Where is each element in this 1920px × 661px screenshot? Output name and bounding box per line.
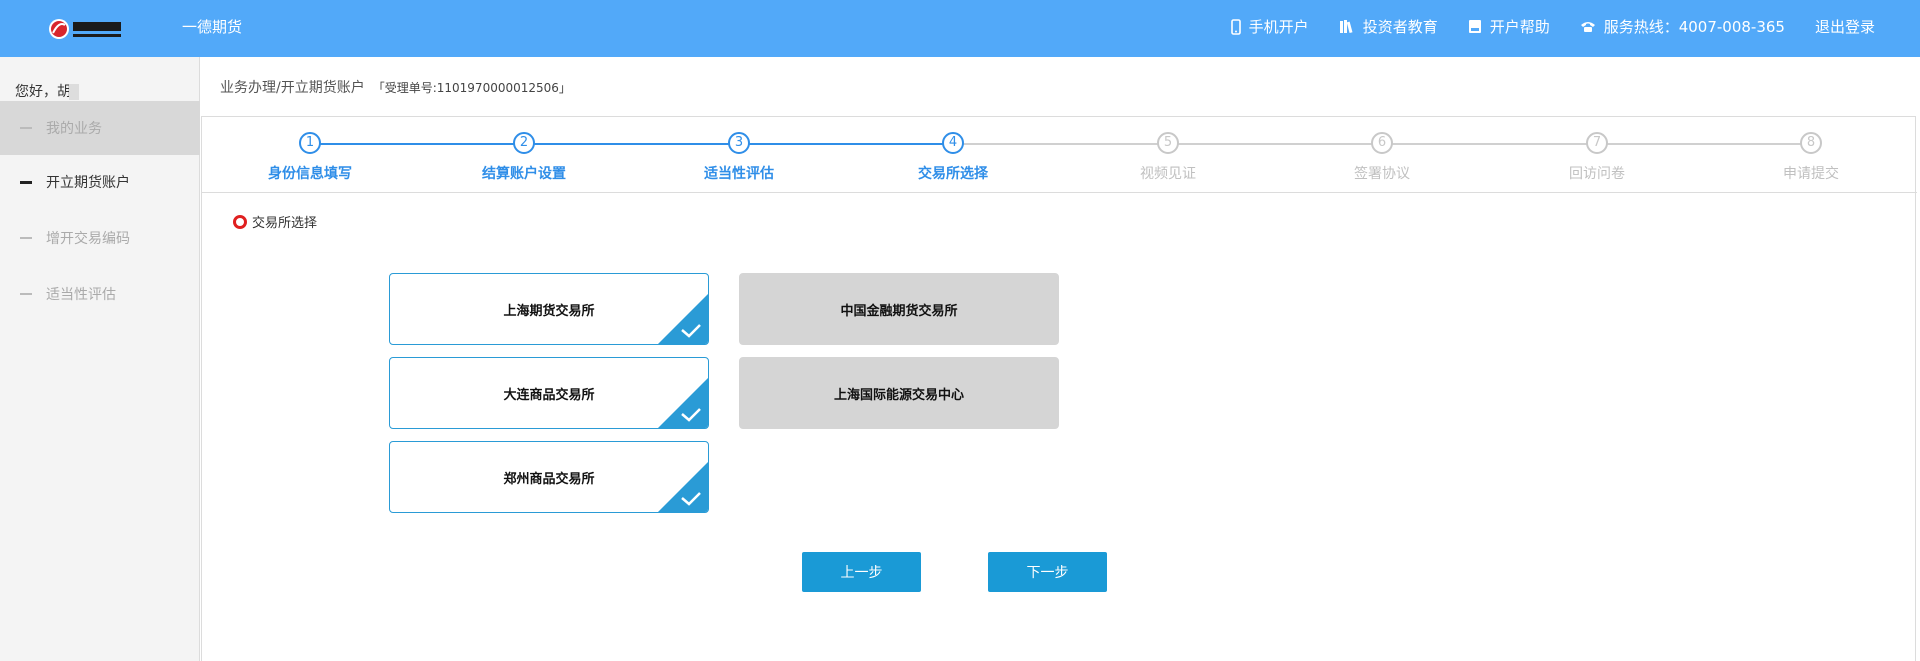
breadcrumb-path: 业务办理/开立期货账户 — [220, 80, 365, 96]
logout-link[interactable]: 退出登录 — [1815, 16, 1875, 37]
step-label: 身份信息填写 — [268, 166, 352, 182]
sidebar-item-label: 适当性评估 — [46, 287, 116, 303]
mobile-icon — [1230, 18, 1241, 35]
top-nav: 手机开户 投资者教育 开户帮助 服务热线：4007-008-365 退出登录 — [1201, 16, 1875, 37]
sidebar-item-open-account[interactable]: 开立期货账户 — [0, 155, 200, 209]
sidebar-item-suitability[interactable]: 适当性评估 — [0, 267, 200, 321]
check-icon — [658, 378, 708, 428]
dash-icon — [20, 237, 32, 239]
service-hotline: 服务热线：4007-008-365 — [1580, 16, 1785, 37]
user-greeting: 您好，胡 — [15, 81, 79, 101]
exchange-card-czce[interactable]: 郑州商品交易所 — [389, 441, 709, 513]
step-number: 2 — [513, 132, 535, 154]
nav-label: 退出登录 — [1814, 18, 1875, 36]
step-number: 1 — [299, 132, 321, 154]
step-number: 6 — [1371, 132, 1393, 154]
section-title-text: 交易所选择 — [252, 216, 318, 231]
exchange-name: 中国金融期货交易所 — [840, 303, 958, 319]
step-2: 2 结算账户设置 — [449, 132, 599, 183]
exchange-name: 上海期货交易所 — [503, 303, 595, 319]
sidebar-item-my-business[interactable]: 我的业务 — [0, 101, 200, 155]
brand-name: 一德期货 — [182, 18, 243, 36]
dash-icon — [20, 293, 32, 295]
account-help-link[interactable]: 开户帮助 — [1468, 16, 1550, 37]
sidebar-item-add-trading-code[interactable]: 增开交易编码 — [0, 211, 200, 265]
top-header: 一德期货 手机开户 投资者教育 开户帮助 服务热线：4007-008-365 退… — [0, 0, 1920, 57]
step-5: 5 视频见证 — [1093, 132, 1243, 183]
exchange-card-shfe[interactable]: 上海期货交易所 — [389, 273, 709, 345]
prev-step-button[interactable]: 上一步 — [802, 552, 921, 592]
step-number: 4 — [942, 132, 964, 154]
radio-dot-icon — [233, 214, 247, 229]
check-icon — [658, 462, 708, 512]
sidebar-item-label: 增开交易编码 — [46, 231, 130, 247]
greeting-text: 您好，胡 — [15, 84, 71, 100]
step-7: 7 回访问卷 — [1522, 132, 1672, 183]
check-icon — [658, 294, 708, 344]
name-mask — [69, 84, 79, 100]
next-step-button[interactable]: 下一步 — [988, 552, 1107, 592]
step-label: 签署协议 — [1354, 166, 1410, 182]
exchange-card-dce[interactable]: 大连商品交易所 — [389, 357, 709, 429]
section-title: 交易所选择 — [233, 212, 317, 231]
step-3: 3 适当性评估 — [664, 132, 814, 183]
nav-label: 手机开户 — [1248, 18, 1309, 36]
step-label: 申请提交 — [1783, 166, 1839, 182]
exchange-card-cffex[interactable]: 中国金融期货交易所 — [739, 273, 1059, 345]
nav-label: 投资者教育 — [1362, 18, 1438, 36]
progress-line-done — [310, 143, 953, 145]
step-label: 视频见证 — [1140, 166, 1196, 182]
step-6: 6 签署协议 — [1307, 132, 1457, 183]
progress-steps: 1 身份信息填写 2 结算账户设置 3 适当性评估 4 交易所选择 5 视频见证… — [202, 117, 1917, 193]
sidebar-item-label: 开立期货账户 — [46, 175, 130, 191]
step-number: 5 — [1157, 132, 1179, 154]
breadcrumb: 业务办理/开立期货账户 「受理单号:1101970000012506」 — [220, 77, 571, 97]
step-label: 结算账户设置 — [482, 166, 566, 182]
dash-icon — [20, 180, 32, 184]
step-number: 7 — [1586, 132, 1608, 154]
mobile-account-link[interactable]: 手机开户 — [1230, 16, 1309, 37]
nav-label: 开户帮助 — [1489, 18, 1550, 36]
books-icon — [1339, 19, 1355, 34]
exchange-card-ine[interactable]: 上海国际能源交易中心 — [739, 357, 1059, 429]
exchange-name: 郑州商品交易所 — [503, 471, 595, 487]
order-number: 「受理单号:1101970000012506」 — [372, 81, 571, 95]
sidebar: 您好，胡 我的业务 开立期货账户 增开交易编码 适当性评估 — [0, 57, 200, 661]
step-4: 4 交易所选择 — [878, 132, 1028, 183]
step-label: 回访问卷 — [1569, 166, 1625, 182]
step-label: 适当性评估 — [704, 166, 774, 182]
nav-label: 服务热线：4007-008-365 — [1603, 18, 1785, 36]
step-8: 8 申请提交 — [1736, 132, 1886, 183]
step-1: 1 身份信息填写 — [235, 132, 385, 183]
investor-education-link[interactable]: 投资者教育 — [1339, 16, 1438, 37]
phone-icon — [1580, 20, 1596, 33]
sidebar-item-label: 我的业务 — [46, 121, 102, 137]
step-label: 交易所选择 — [918, 166, 988, 182]
first-futures-logo[interactable] — [47, 15, 127, 43]
exchange-name: 大连商品交易所 — [503, 387, 595, 403]
help-book-icon — [1468, 19, 1482, 34]
exchange-name: 上海国际能源交易中心 — [833, 387, 964, 403]
step-number: 8 — [1800, 132, 1822, 154]
step-number: 3 — [728, 132, 750, 154]
dash-icon — [20, 127, 32, 129]
